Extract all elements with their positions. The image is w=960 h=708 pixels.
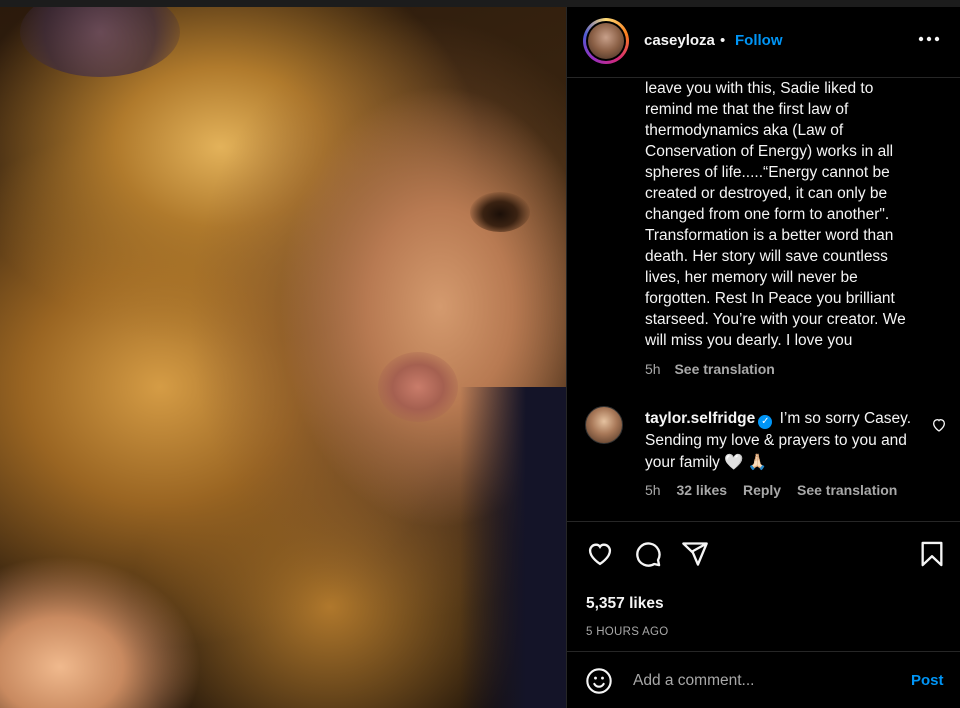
browser-top-strip [0,0,960,7]
comment-time: 5h [645,482,661,498]
comment-see-translation[interactable]: See translation [797,482,897,498]
post-actions: 5,357 likes 5 HOURS AGO [567,521,960,651]
caption-meta: 5h See translation [645,361,785,377]
photo-shadow [460,387,566,708]
caption-time: 5h [645,361,661,377]
like-count[interactable]: 5,357 likes [586,595,664,613]
verified-icon: ✓ [758,415,773,429]
emoji-icon[interactable] [585,667,613,695]
author-avatar[interactable] [583,18,629,64]
more-options-icon[interactable] [917,29,941,49]
caption-see-translation[interactable]: See translation [674,361,774,377]
post-comment-button[interactable]: Post [911,672,944,689]
author-avatar-image [588,23,624,59]
header-separator: • [720,32,726,49]
heart-icon[interactable] [586,540,614,568]
photo-background-blanket [20,7,180,77]
comment-like-heart-icon[interactable] [931,417,947,433]
photo-lips [378,352,458,422]
comment-icon[interactable] [634,540,662,568]
commenter-avatar[interactable] [585,406,623,444]
comment-composer: Post [567,651,960,708]
photo-eye [470,192,530,232]
comment-likes[interactable]: 32 likes [676,482,727,498]
post-side-panel: caseyloza • Follow leave you with this, … [566,7,960,708]
bookmark-icon[interactable] [918,540,946,568]
post-caption: leave you with this, Sadie liked to remi… [645,80,906,349]
author-username[interactable]: caseyloza [644,32,715,49]
add-comment-input[interactable] [633,670,893,692]
post-timestamp: 5 HOURS AGO [586,626,669,638]
comment-body: taylor.selfridge ✓ I’m so sorry Casey. Se… [645,408,925,474]
commenter-username[interactable]: taylor.selfridge [645,410,755,427]
post-header: caseyloza • Follow [567,7,960,78]
post-photo[interactable] [0,7,566,708]
comment-reply-button[interactable]: Reply [743,482,781,498]
comment-meta: 5h 32 likes Reply See translation [645,482,909,498]
follow-button[interactable]: Follow [735,32,783,49]
share-icon[interactable] [681,540,709,568]
